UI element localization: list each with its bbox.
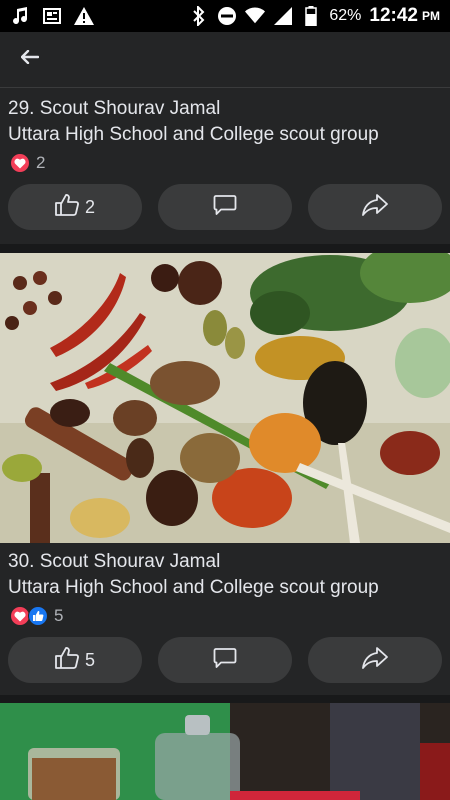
like-reaction-icon bbox=[28, 606, 48, 626]
reaction-summary[interactable]: 5 bbox=[0, 601, 450, 631]
reaction-summary[interactable]: 2 bbox=[0, 148, 450, 178]
comment-button[interactable] bbox=[158, 184, 292, 230]
app-header bbox=[0, 32, 450, 88]
wifi-icon bbox=[245, 6, 266, 26]
reaction-count: 2 bbox=[36, 153, 46, 172]
share-icon bbox=[362, 193, 388, 221]
spices-photo bbox=[0, 253, 450, 543]
like-count: 5 bbox=[84, 649, 95, 670]
post-subtitle: Uttara High School and College scout gro… bbox=[8, 124, 379, 145]
love-reaction-icon bbox=[10, 153, 30, 173]
comment-icon bbox=[213, 194, 237, 221]
tea-photo[interactable] bbox=[0, 703, 450, 800]
reaction-count: 5 bbox=[54, 606, 64, 625]
post-subtitle: Uttara High School and College scout gro… bbox=[8, 577, 379, 598]
comment-icon bbox=[213, 647, 237, 674]
post-actions: 5 bbox=[0, 637, 450, 683]
post-photo[interactable] bbox=[0, 253, 450, 543]
like-button[interactable]: 2 bbox=[8, 184, 142, 230]
thumbs-up-icon bbox=[55, 646, 79, 674]
post-title: 29. Scout Shourav Jamal bbox=[8, 98, 221, 119]
music-icon bbox=[10, 6, 30, 26]
battery-icon bbox=[301, 6, 321, 26]
battery-percent: 62% bbox=[329, 7, 362, 24]
comment-button[interactable] bbox=[158, 637, 292, 683]
share-button[interactable] bbox=[308, 184, 442, 230]
signal-icon bbox=[273, 6, 293, 26]
photo-post: 29. Scout Shourav Jamal Uttara High Scho… bbox=[0, 88, 450, 244]
news-icon bbox=[42, 6, 62, 26]
clock-ampm: PM bbox=[422, 9, 440, 23]
warning-icon bbox=[74, 6, 94, 26]
bluetooth-icon bbox=[189, 6, 209, 26]
share-button[interactable] bbox=[308, 637, 442, 683]
status-bar: 62% 12:42 PM bbox=[0, 0, 450, 32]
like-button[interactable]: 5 bbox=[8, 637, 142, 683]
back-button[interactable] bbox=[0, 32, 60, 88]
post-title: 30. Scout Shourav Jamal bbox=[8, 551, 221, 572]
photo-post bbox=[0, 703, 450, 800]
clock: 12:42 bbox=[369, 5, 418, 26]
like-count: 2 bbox=[84, 196, 95, 217]
dnd-icon bbox=[217, 6, 237, 26]
photo-post: 30. Scout Shourav Jamal Uttara High Scho… bbox=[0, 253, 450, 695]
arrow-left-icon bbox=[20, 49, 40, 69]
thumbs-up-icon bbox=[55, 193, 79, 221]
share-icon bbox=[362, 646, 388, 674]
post-actions: 2 bbox=[0, 184, 450, 230]
love-reaction-icon bbox=[10, 606, 30, 626]
